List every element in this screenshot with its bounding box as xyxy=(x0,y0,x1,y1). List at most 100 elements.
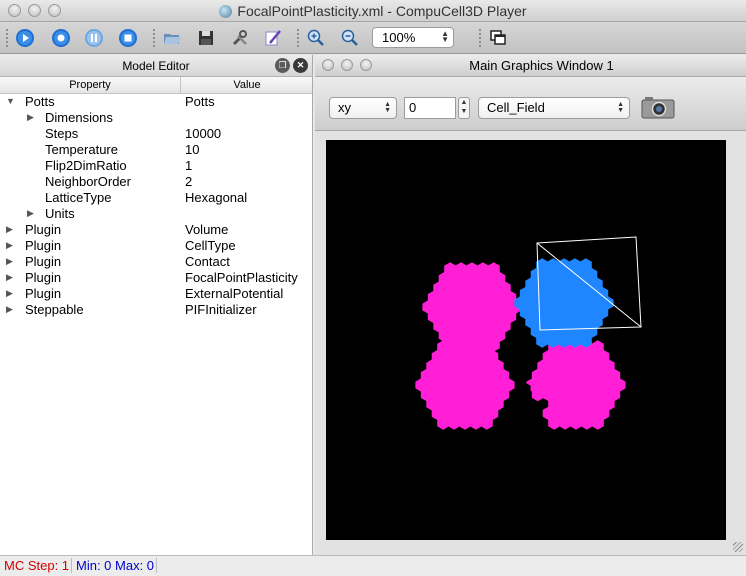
screenshot-button[interactable] xyxy=(641,95,675,119)
save-button[interactable] xyxy=(195,27,217,49)
property-column-header[interactable]: Property xyxy=(0,79,180,91)
tree-row[interactable]: Steps 10000 xyxy=(0,126,312,142)
toolbar-grip-3[interactable] xyxy=(296,28,300,48)
tree-row[interactable]: LatticeType Hexagonal xyxy=(0,190,312,206)
folder-open-icon xyxy=(164,34,181,44)
new-graphics-window-button[interactable] xyxy=(487,27,509,49)
graphics-close-button[interactable] xyxy=(322,59,334,71)
graphics-minimize-button[interactable] xyxy=(341,59,353,71)
expand-arrow-icon[interactable]: ▶ xyxy=(6,256,16,266)
zoom-in-icon xyxy=(307,29,324,46)
expand-arrow-icon[interactable]: ▶ xyxy=(6,240,16,250)
tree-row-property: Steps xyxy=(45,126,79,141)
tree-row[interactable]: ▶ Steppable PIFInitializer xyxy=(0,302,312,318)
slice-stepper[interactable]: ▲ ▼ xyxy=(458,97,470,119)
tree-row-property: Dimensions xyxy=(45,110,113,125)
expand-arrow-icon[interactable]: ▶ xyxy=(27,208,37,218)
resize-grip-icon[interactable] xyxy=(733,542,743,552)
cell-field-viewport[interactable] xyxy=(326,140,726,540)
play-icon xyxy=(16,29,34,47)
graphics-window-title: Main Graphics Window 1 xyxy=(469,58,614,73)
close-panel-icon[interactable]: ✕ xyxy=(293,58,308,73)
plane-select-value: xy xyxy=(338,100,351,115)
step-button[interactable] xyxy=(50,27,72,49)
tree-row-value: 1 xyxy=(185,158,193,173)
toolbar-grip-2[interactable] xyxy=(152,28,156,48)
expand-arrow-icon[interactable]: ▶ xyxy=(6,304,16,314)
value-column-header[interactable]: Value xyxy=(180,77,313,93)
tree-row[interactable]: ▶ Plugin CellType xyxy=(0,238,312,254)
tree-row-value: Volume xyxy=(185,222,229,237)
tree-row[interactable]: ▶ Plugin Volume xyxy=(0,222,312,238)
app-globe-icon xyxy=(219,5,233,18)
save-disk-icon xyxy=(199,31,213,45)
graphics-zoom-button[interactable] xyxy=(360,59,372,71)
tree-row[interactable]: Temperature 10 xyxy=(0,142,312,158)
pause-button[interactable] xyxy=(83,27,105,49)
graphics-toolbar: xy ▲ ▼ 0 ▲ ▼ Cell_Field ▲ ▼ xyxy=(315,77,746,131)
tree-row-property: Units xyxy=(45,206,75,221)
slice-input[interactable]: 0 xyxy=(404,97,456,119)
tree-row-value: CellType xyxy=(185,238,236,253)
window-titlebar: FocalPointPlasticity.xml - CompuCell3D P… xyxy=(0,0,746,22)
tree-row[interactable]: ▶ Plugin Contact xyxy=(0,254,312,270)
cell-field-canvas xyxy=(415,236,642,430)
configure-button[interactable] xyxy=(229,27,251,49)
plane-select[interactable]: xy ▲ ▼ xyxy=(329,97,397,119)
step-icon xyxy=(52,29,70,47)
model-tree: ▼ Potts Potts ▶ Dimensions Steps 10000 Temperat… xyxy=(0,94,312,318)
tree-row-value: Contact xyxy=(185,254,230,269)
tree-row-property: LatticeType xyxy=(45,190,112,205)
model-editor-panel: Model Editor ❐ ✕ Property Value ▼ Potts Po… xyxy=(0,55,313,555)
status-bar: MC Step: 1 Min: 0 Max: 0 xyxy=(0,555,746,576)
run-button[interactable] xyxy=(14,27,36,49)
tools-icon xyxy=(232,30,247,46)
tree-row-value: PIFInitializer xyxy=(185,302,257,317)
tree-row-value: 10000 xyxy=(185,126,222,141)
tree-row[interactable]: ▶ Plugin FocalPointPlasticity xyxy=(0,270,312,286)
expand-arrow-icon[interactable]: ▶ xyxy=(6,224,16,234)
float-panel-icon[interactable]: ❐ xyxy=(275,58,290,73)
tree-row-property: Temperature xyxy=(45,142,118,157)
zoom-out-icon xyxy=(341,29,358,46)
zoom-level-value: 100% xyxy=(382,30,416,45)
min-max-label: Min: 0 Max: 0 xyxy=(74,558,158,573)
expand-arrow-icon[interactable]: ▶ xyxy=(6,288,16,298)
tree-row-property: Plugin xyxy=(25,238,62,253)
tree-row-value: 10 xyxy=(185,142,200,157)
tree-row[interactable]: ▼ Potts Potts xyxy=(0,94,312,110)
stop-button[interactable] xyxy=(117,27,139,49)
tree-row-value: 2 xyxy=(185,174,193,189)
zoom-out-button[interactable] xyxy=(339,27,361,49)
open-file-button[interactable] xyxy=(161,27,183,49)
pause-icon xyxy=(85,29,103,47)
tree-row[interactable]: Flip2DimRatio 1 xyxy=(0,158,312,174)
slice-input-value: 0 xyxy=(409,100,417,115)
tree-row-property: Plugin xyxy=(25,270,62,285)
tree-row-value: Hexagonal xyxy=(185,190,248,205)
tree-row-value: FocalPointPlasticity xyxy=(185,270,298,285)
expand-arrow-icon[interactable]: ▶ xyxy=(27,112,37,122)
tree-row-value: ExternalPotential xyxy=(185,286,284,301)
stop-icon xyxy=(119,29,137,47)
windows-icon xyxy=(490,30,506,45)
pencil-icon xyxy=(265,30,281,46)
edit-button[interactable] xyxy=(262,27,284,49)
tree-row-property: Steppable xyxy=(25,302,84,317)
tree-row[interactable]: NeighborOrder 2 xyxy=(0,174,312,190)
field-select-value: Cell_Field xyxy=(487,100,545,115)
toolbar-grip-4[interactable] xyxy=(478,28,482,48)
collapse-arrow-icon[interactable]: ▼ xyxy=(6,96,16,106)
model-editor-title: Model Editor xyxy=(122,59,190,73)
toolbar-grip[interactable] xyxy=(5,28,9,48)
tree-row[interactable]: ▶ Plugin ExternalPotential xyxy=(0,286,312,302)
tree-row-property: Plugin xyxy=(25,286,62,301)
tree-row-property: Plugin xyxy=(25,222,62,237)
zoom-in-button[interactable] xyxy=(305,27,327,49)
tree-row[interactable]: ▶ Units xyxy=(0,206,312,222)
zoom-level-select[interactable]: 100% ▲ ▼ xyxy=(372,27,454,48)
tree-row[interactable]: ▶ Dimensions xyxy=(0,110,312,126)
field-select[interactable]: Cell_Field ▲ ▼ xyxy=(478,97,630,119)
window-title: FocalPointPlasticity.xml - CompuCell3D P… xyxy=(237,3,527,19)
expand-arrow-icon[interactable]: ▶ xyxy=(6,272,16,282)
